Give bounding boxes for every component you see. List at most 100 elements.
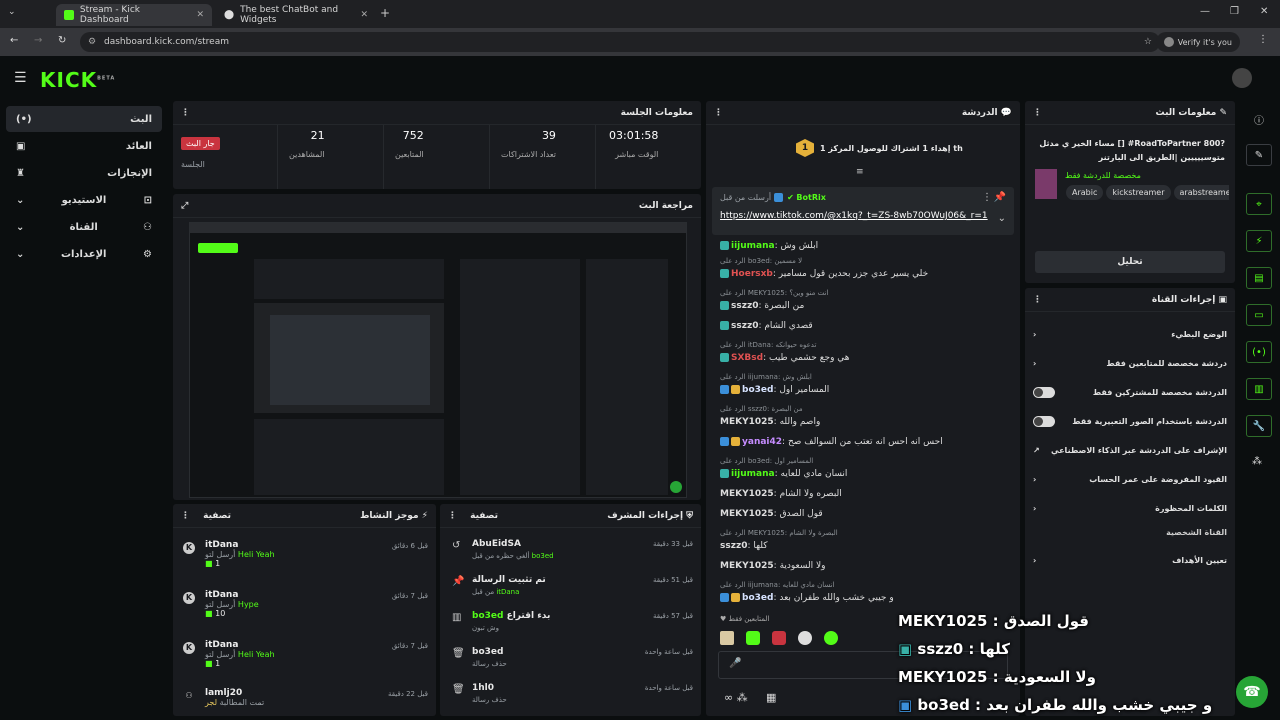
chat-user[interactable]: sszz0 xyxy=(731,301,758,311)
action-slow-mode[interactable]: › الوضع البطيء xyxy=(1033,322,1227,346)
store-icon[interactable]: ▦ xyxy=(766,691,776,704)
action-followers-only[interactable]: › دردشة مخصصة للمتابعين فقط xyxy=(1033,351,1227,375)
broadcast-icon[interactable]: (•) xyxy=(1246,341,1272,363)
chat-message[interactable]: MEKY1025: قول الصدق xyxy=(720,509,1008,519)
chat-message[interactable]: MEKY1025: البصره ولا الشام xyxy=(720,489,1008,499)
chat-message[interactable]: bo3ed: المسامير اول xyxy=(720,385,1008,395)
filter-button[interactable]: تصفية xyxy=(203,511,231,521)
tag-chip[interactable]: arabstreame xyxy=(1173,185,1229,200)
tab-kick-dashboard[interactable]: Stream - Kick Dashboard ✕ xyxy=(56,4,212,26)
toggle-switch[interactable] xyxy=(1033,386,1055,398)
pinned-message[interactable]: أرسلت من قبل ✔ BotRix 📌 ⋮ https://www.ti… xyxy=(712,187,1014,235)
more-options-icon[interactable]: ⋮ xyxy=(1033,108,1042,118)
more-options-icon[interactable]: ⋮ xyxy=(714,108,723,118)
chat-user[interactable]: Hoersxb xyxy=(731,269,773,279)
toggle-switch[interactable] xyxy=(1033,415,1055,427)
chat-user[interactable]: MEKY1025 xyxy=(720,417,774,427)
sidebar-item-channel[interactable]: ⌄ القناة ⚇ xyxy=(6,214,162,240)
chat-user[interactable]: SXBsd xyxy=(731,353,763,363)
tag-chip[interactable]: kickstreamer xyxy=(1106,185,1171,200)
expand-icon[interactable]: ⤢ xyxy=(181,201,188,211)
sub-goal-banner[interactable]: 1 إهداء 1 اشتراك للوصول المركز 1 th xyxy=(796,139,963,157)
chat-user[interactable]: MEKY1025 xyxy=(720,509,774,519)
more-options-icon[interactable]: ⋮ xyxy=(181,511,190,521)
more-options-icon[interactable]: ⋮ xyxy=(1033,295,1042,305)
chat-user[interactable]: bo3ed xyxy=(742,385,773,395)
forward-icon[interactable]: → xyxy=(34,35,42,46)
mic-icon[interactable]: 🎤 xyxy=(729,658,741,669)
emote-picker-icon[interactable]: ∞ ⁂ xyxy=(724,691,748,704)
category-link[interactable]: مخصصة للدردشة فقط xyxy=(1065,171,1141,180)
chat-user[interactable]: MEKY1025 xyxy=(720,561,774,571)
emote-icon[interactable] xyxy=(824,631,838,645)
tab-search-icon[interactable]: ⌄ xyxy=(8,7,16,17)
tab-chatbot[interactable]: ⬤ The best ChatBot and Widgets ✕ xyxy=(216,4,376,26)
chat-message[interactable]: sszz0: قصدي الشام xyxy=(720,321,1008,331)
activity-row[interactable]: ⚇ lamlj20 تمت المطالبة لجر قبل 22 دقيقة xyxy=(173,682,436,716)
url-field[interactable]: ⚙ dashboard.kick.com/stream ☆ xyxy=(80,32,1160,52)
hamburger-menu-icon[interactable]: ☰ xyxy=(14,70,27,86)
new-tab-icon[interactable]: + xyxy=(380,6,390,20)
wrench-icon[interactable]: 🔧 xyxy=(1246,415,1272,437)
more-options-icon[interactable]: ⋮ xyxy=(448,511,457,521)
back-icon[interactable]: ← xyxy=(10,35,18,46)
chat-message[interactable]: iijumana: انسان مادي للعايه xyxy=(720,469,1008,479)
chat-message[interactable]: sszz0: من البصرة xyxy=(720,301,1008,311)
moderator-row[interactable]: ▥ bo3ed بدء اقتراع وش تبون قبل 57 دقيقة xyxy=(440,606,701,642)
pin-icon[interactable]: 📌 xyxy=(994,192,1006,203)
browser-menu-icon[interactable]: ⋮ xyxy=(1258,34,1268,45)
chat-user[interactable]: MEKY1025 xyxy=(720,489,774,499)
more-options-icon[interactable]: ⋮ xyxy=(982,192,992,203)
emote-icon[interactable] xyxy=(798,631,812,645)
chat-message[interactable]: MEKY1025: ولا السعودية xyxy=(720,561,1008,571)
sidebar-item-revenue[interactable]: ▣ العائد xyxy=(6,133,162,159)
chat-message[interactable]: sszz0: كلها xyxy=(720,541,1008,551)
pinned-link[interactable]: https://www.tiktok.com/@x1kq?_t=ZS-8wb70… xyxy=(720,211,988,221)
action-ai-moderation[interactable]: ↗ الإشراف على الدردشة عبر الذكاء الاصطناع… xyxy=(1033,438,1227,462)
apps-icon[interactable]: ⁂ xyxy=(1252,456,1262,467)
chat-user[interactable]: iijumana xyxy=(731,469,775,479)
emote-icon[interactable] xyxy=(746,631,760,645)
sidebar-item-studio[interactable]: ⌄ الاستيديو ⊡ xyxy=(6,187,162,213)
sidebar-item-stream[interactable]: (•) البث xyxy=(6,106,162,132)
minimize-icon[interactable]: — xyxy=(1200,6,1210,17)
close-tab-icon[interactable]: ✕ xyxy=(196,10,204,20)
layout-icon[interactable]: ▥ xyxy=(1246,378,1272,400)
emote-icon[interactable] xyxy=(772,631,786,645)
chat-user[interactable]: yanai42 xyxy=(742,437,782,447)
sidebar-item-settings[interactable]: ⌄ الإعدادات ⚙ xyxy=(6,241,162,267)
more-options-icon[interactable]: ⋮ xyxy=(181,108,190,118)
chat-message[interactable]: yanai42: احس انه احس انه تعتب من السوالف… xyxy=(720,437,1008,447)
focus-icon[interactable]: ⌖ xyxy=(1246,193,1272,215)
verify-button[interactable]: Verify it's you xyxy=(1155,32,1240,52)
chat-user[interactable]: iijumana xyxy=(731,241,775,251)
chat-user[interactable]: sszz0 xyxy=(731,321,758,331)
close-window-icon[interactable]: ✕ xyxy=(1260,6,1268,17)
chat-message[interactable]: Hoersxb: خلي يسير عدي جزر بحدين قول مسام… xyxy=(720,269,1008,279)
user-avatar[interactable] xyxy=(1232,68,1252,88)
filter-button[interactable]: تصفية xyxy=(470,511,498,521)
category-thumbnail[interactable] xyxy=(1035,169,1057,199)
activity-row[interactable]: K itDana أرسل لتو Heli Yeah ■ 1 قبل 6 دق… xyxy=(173,534,436,578)
chat-message[interactable]: MEKY1025: واصم والله xyxy=(720,417,1008,427)
chat-user[interactable]: bo3ed xyxy=(742,593,773,603)
chevron-down-icon[interactable]: ⌄ xyxy=(998,213,1006,224)
edit-stream-button[interactable]: تحليل xyxy=(1035,251,1225,273)
action-emotes-only[interactable]: الدردشة باستخدام الصور التعبيرية فقط xyxy=(1033,409,1227,433)
kick-logo[interactable]: KICKBETA xyxy=(40,68,115,92)
notes-icon[interactable]: ▤ xyxy=(1246,267,1272,289)
moderator-row[interactable]: 🗑 bo3ed حذف رسالة قبل ساعة واحدة xyxy=(440,642,701,678)
collapse-icon[interactable]: ≡ xyxy=(856,167,864,177)
activity-row[interactable]: K itDana أرسل لتو Heli Yeah ■ 1 قبل 7 دق… xyxy=(173,634,436,678)
action-banned-words[interactable]: › الكلمات المحظورة xyxy=(1033,496,1227,520)
moderator-row[interactable]: 📌 تم تثبيت الرسالة من قبل itDana قبل 51 … xyxy=(440,570,701,606)
reload-icon[interactable]: ↻ xyxy=(58,35,66,46)
action-set-goals[interactable]: › تعيين الأهداف xyxy=(1033,548,1227,572)
sidebar-item-achievements[interactable]: ♜ الإنجازات xyxy=(6,160,162,186)
chat-icon[interactable]: ▭ xyxy=(1246,304,1272,326)
info-icon[interactable]: ⓘ xyxy=(1254,112,1264,127)
lightning-icon[interactable]: ⚡ xyxy=(1246,230,1272,252)
action-account-age[interactable]: › القيود المفروضة على عمر الحساب xyxy=(1033,467,1227,491)
chat-message[interactable]: iijumana: ابلش وش xyxy=(720,241,1008,251)
activity-row[interactable]: K itDana أرسل لتو Hype ■ 10 قبل 7 دقائق xyxy=(173,584,436,628)
